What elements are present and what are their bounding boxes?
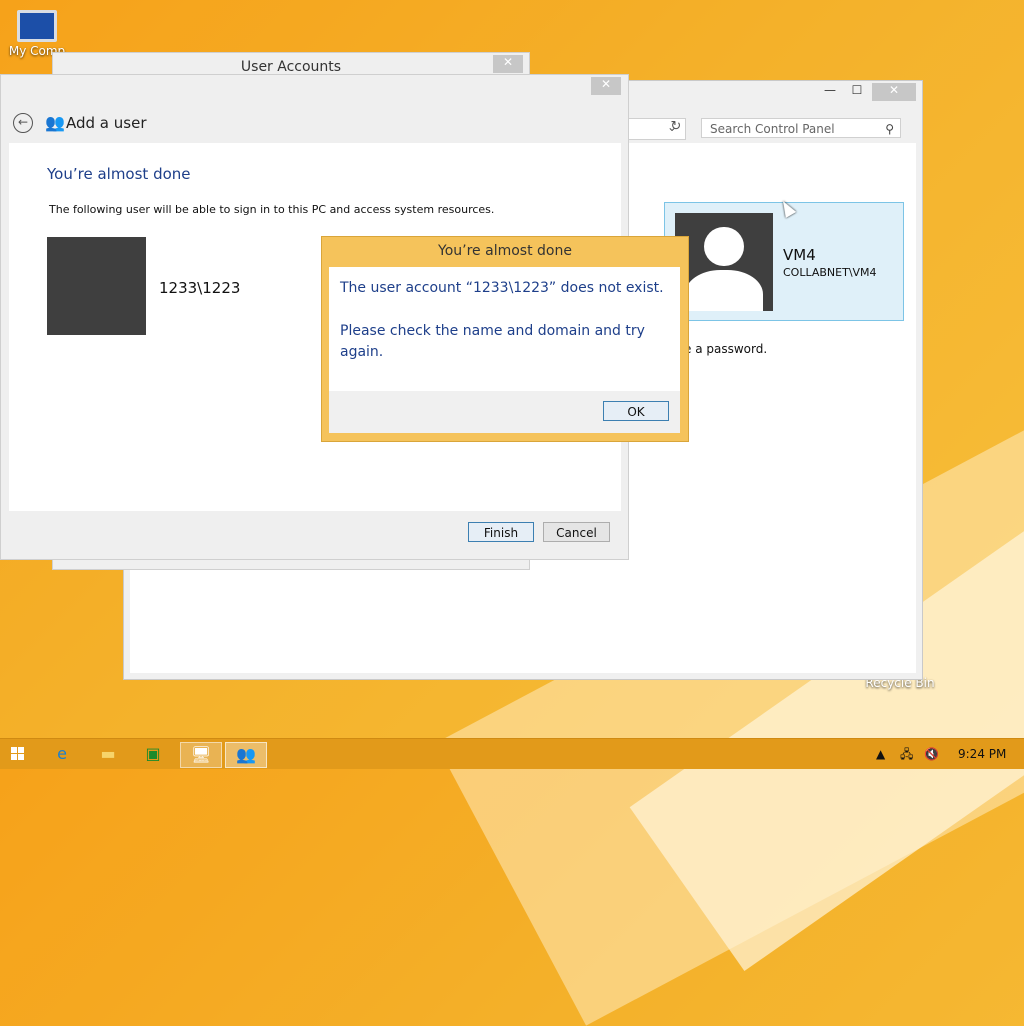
section-heading: You’re almost done [47,165,191,183]
user-accounts-taskbar-icon[interactable]: 👥 [225,742,267,768]
search-placeholder: Search Control Panel [710,122,835,136]
internet-explorer-icon[interactable]: e [42,742,82,766]
user-tile[interactable]: VM4 COLLABNET\VM4 [664,202,904,321]
network-icon[interactable]: 🖧 [900,739,913,769]
page-title: Add a user [66,114,147,132]
dialog-title: You’re almost done [438,243,572,259]
error-message: The user account “1233\1223” does not ex… [340,280,664,296]
clock[interactable]: 9:24 PM [958,739,1006,769]
window-title: User Accounts [240,59,342,75]
close-button[interactable]: ✕ [872,83,916,101]
search-input[interactable]: Search Control Panel ⚲ [701,118,901,138]
description-text: The following user will be able to sign … [49,203,495,216]
cancel-button[interactable]: Cancel [543,522,610,542]
dialog-footer: OK [329,391,680,433]
finish-button[interactable]: Finish [468,522,534,542]
user-name: 1233\1223 [159,279,241,297]
error-dialog: You’re almost done The user account “123… [321,236,689,442]
close-button[interactable]: ✕ [591,77,621,95]
volume-muted-icon[interactable]: 🔇 [924,739,939,769]
error-instruction: Please check the name and domain and try… [340,323,645,360]
search-icon[interactable]: ⚲ [885,119,894,139]
minimize-button[interactable]: — [820,83,840,101]
back-arrow-icon[interactable]: ← [13,113,33,133]
file-explorer-icon[interactable]: ▬ [88,742,128,766]
ok-button[interactable]: OK [603,401,669,421]
windows-logo-icon [11,747,25,761]
desktop-icon-my-computer[interactable]: My Comp [2,10,72,58]
maximize-button[interactable]: ☐ [846,83,868,101]
refresh-icon[interactable]: ↻ [666,119,686,139]
computer-icon [17,10,57,42]
dialog-body: The user account “1233\1223” does not ex… [329,267,680,391]
show-hidden-icons-icon[interactable]: ▲ [876,739,885,769]
user-avatar-icon [675,213,773,311]
start-button[interactable] [0,742,36,766]
close-button[interactable]: ✕ [493,55,523,73]
add-user-icon: 👥 [45,113,65,132]
password-text: e a password. [684,342,768,356]
store-icon[interactable]: ▣ [133,742,173,766]
user-avatar-icon [47,237,146,335]
user-tile-domain: COLLABNET\VM4 [783,266,877,279]
user-tile-name: VM4 [783,246,816,264]
taskbar: e ▬ ▣ 🖥 👥 ▲ 🖧 🔇 9:24 PM [0,738,1024,769]
control-panel-taskbar-icon[interactable]: 🖥 [180,742,222,768]
